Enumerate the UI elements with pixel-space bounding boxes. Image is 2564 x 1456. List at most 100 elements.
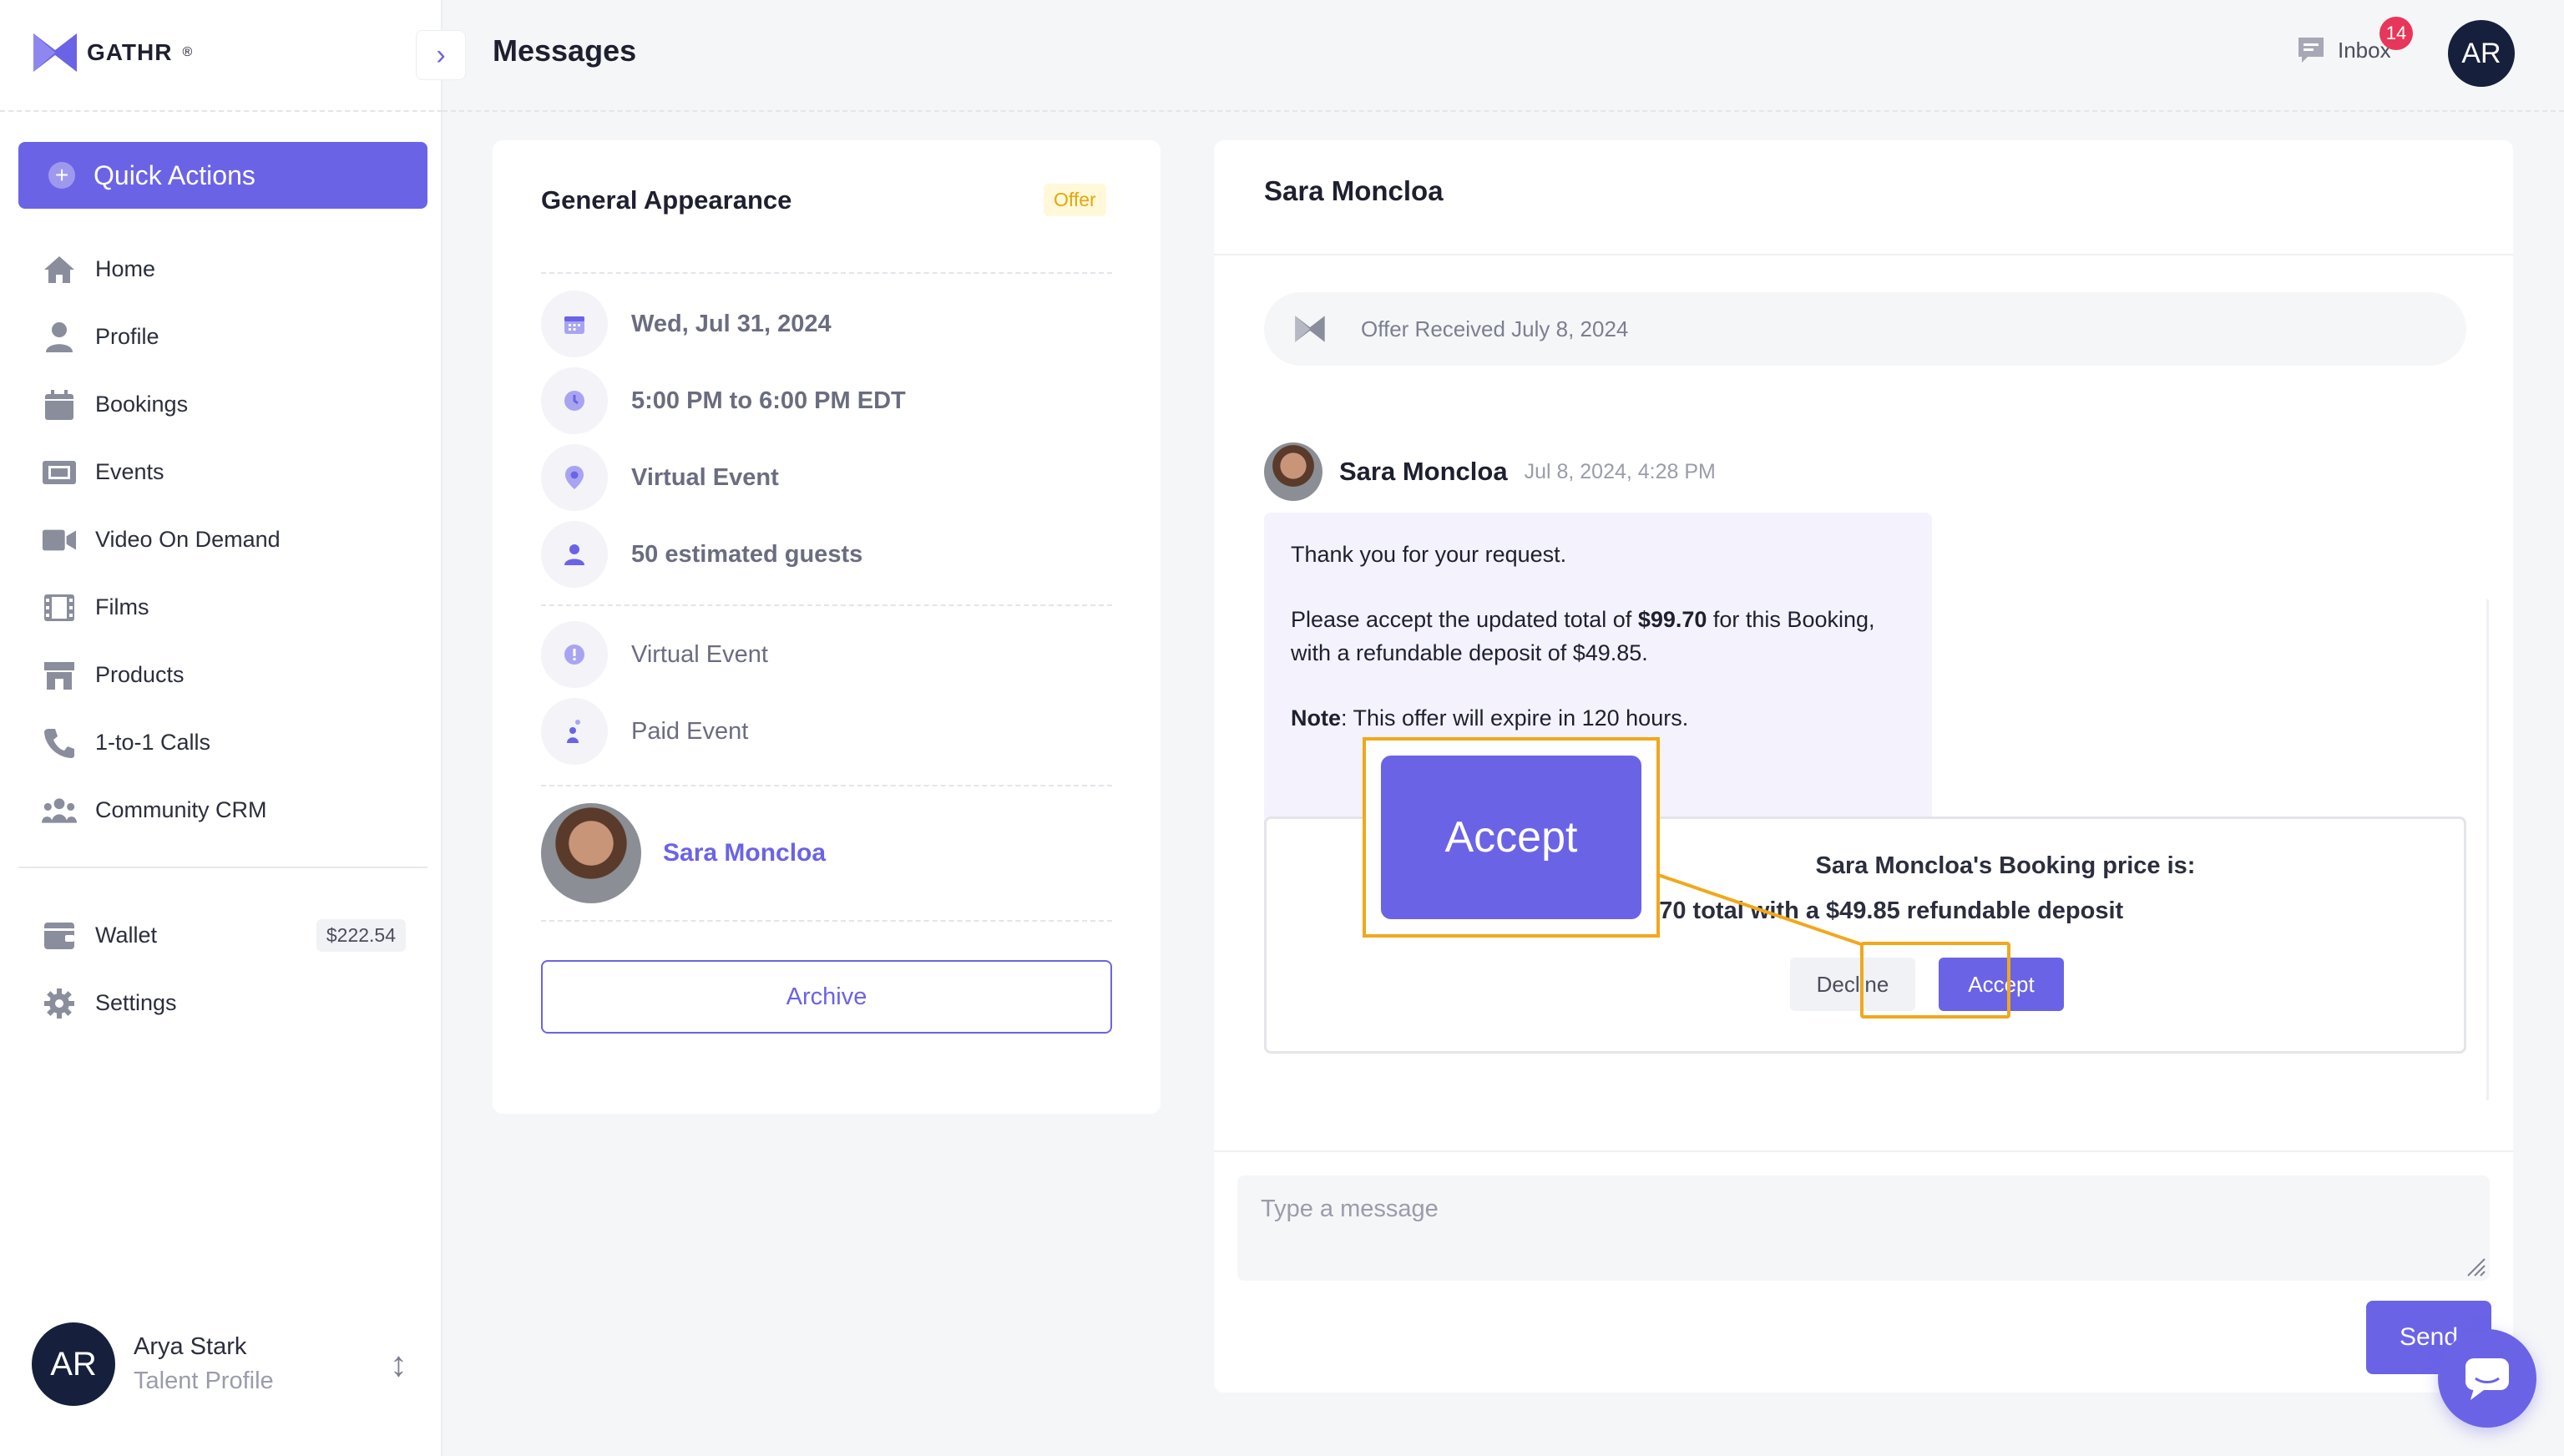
store-icon [42, 658, 77, 693]
logo-text: GATHR [87, 39, 173, 65]
sidebar-item-products[interactable]: Products [18, 641, 427, 709]
support-chat-widget[interactable] [2438, 1329, 2536, 1428]
gathr-logo-icon [33, 33, 77, 72]
divider [1214, 1150, 2513, 1152]
gathr-logo[interactable]: GATHR ® [32, 32, 192, 73]
sidebar-item-label: 1-to-1 Calls [95, 730, 211, 755]
sidebar-item-community-crm[interactable]: Community CRM [18, 776, 427, 844]
host-profile-link[interactable]: Sara Moncloa [541, 803, 826, 903]
clock-icon [541, 367, 608, 434]
info-icon [541, 621, 608, 688]
offer-received-banner: Offer Received July 8, 2024 [1264, 292, 2466, 366]
collapse-sidebar-button[interactable]: › [416, 30, 466, 80]
chevron-right-icon: › [436, 38, 446, 71]
message-input[interactable] [1237, 1175, 2490, 1281]
film-icon [42, 590, 77, 625]
user-icon [42, 320, 77, 355]
offer-received-text: Offer Received July 8, 2024 [1361, 316, 1629, 341]
conversation-panel: Sara Moncloa Offer Received July 8, 2024… [1214, 140, 2513, 1393]
user-info: Arya Stark Talent Profile [134, 1333, 274, 1395]
booking-guests-row: 50 estimated guests [541, 521, 862, 588]
sidebar-item-video-on-demand[interactable]: Video On Demand [18, 506, 427, 574]
sidebar-nav: Home Profile Bookings Events Video On De… [18, 235, 427, 844]
message-amount: $99.70 [1637, 607, 1707, 632]
sidebar-item-label: Bookings [95, 392, 189, 417]
user-profile-switcher[interactable]: AR Arya Stark Talent Profile ↕ [32, 1322, 424, 1406]
message-text: Please accept the updated total of [1291, 607, 1638, 632]
sidebar-item-label: Wallet [95, 923, 158, 948]
sidebar-item-events[interactable]: Events [18, 438, 427, 506]
note-label: Note [1291, 705, 1341, 731]
sidebar-item-label: Settings [95, 990, 177, 1015]
divider [1214, 254, 2513, 255]
sender-avatar [1264, 442, 1322, 501]
event-format-row: Virtual Event [541, 621, 768, 688]
sidebar-item-label: Home [95, 256, 156, 281]
sidebar: GATHR ® + Quick Actions Home Profile Book… [0, 0, 443, 1456]
gathr-logo-icon [1295, 316, 1325, 342]
zoom-callout: Accept [1363, 737, 1660, 938]
accept-button-highlight [1860, 942, 2010, 1019]
booking-time-row: 5:00 PM to 6:00 PM EDT [541, 367, 906, 434]
calendar-icon [541, 291, 608, 357]
booking-location: Virtual Event [631, 463, 779, 491]
message-scrollbar[interactable] [2486, 599, 2489, 1100]
sidebar-item-home[interactable]: Home [18, 235, 427, 303]
account-avatar[interactable]: AR [2448, 20, 2515, 87]
wallet-icon [42, 918, 77, 953]
zoomed-accept-button[interactable]: Accept [1381, 756, 1641, 919]
sidebar-divider [0, 110, 443, 112]
archive-button[interactable]: Archive [541, 960, 1112, 1034]
sidebar-item-label: Community CRM [95, 797, 267, 822]
status-badge: Offer [1044, 184, 1106, 216]
event-type: Paid Event [631, 717, 749, 745]
message-timestamp: Jul 8, 2024, 4:28 PM [1524, 459, 1716, 483]
booking-time: 5:00 PM to 6:00 PM EDT [631, 387, 906, 414]
user-name: Arya Stark [134, 1333, 247, 1360]
switch-arrows-icon[interactable]: ↕ [390, 1344, 407, 1384]
video-icon [42, 523, 77, 558]
sidebar-item-profile[interactable]: Profile [18, 303, 427, 371]
divider [541, 785, 1112, 786]
ticket-icon [42, 455, 77, 490]
conversation-title: Sara Moncloa [1264, 175, 1444, 206]
booking-location-row: Virtual Event [541, 444, 779, 511]
sidebar-item-settings[interactable]: Settings [18, 969, 427, 1037]
sidebar-nav-secondary: Wallet $222.54 Settings [18, 902, 427, 1037]
sidebar-item-label: Video On Demand [95, 527, 281, 552]
sidebar-item-wallet[interactable]: Wallet $222.54 [18, 902, 427, 969]
divider [541, 920, 1112, 922]
message-note: Note: This offer will expire in 120 hour… [1291, 701, 1905, 735]
plus-icon: + [48, 162, 75, 189]
event-format: Virtual Event [631, 640, 768, 668]
quick-actions-label: Quick Actions [94, 159, 255, 190]
inbox-button[interactable]: Inbox 14 [2296, 17, 2413, 65]
guest-icon [541, 521, 608, 588]
resize-grip-icon[interactable] [2465, 1256, 2486, 1277]
booking-date: Wed, Jul 31, 2024 [631, 310, 832, 337]
phone-icon [42, 725, 77, 761]
community-icon [42, 793, 77, 828]
sidebar-item-bookings[interactable]: Bookings [18, 371, 427, 438]
quick-actions-button[interactable]: + Quick Actions [18, 142, 427, 209]
booking-date-row: Wed, Jul 31, 2024 [541, 291, 832, 357]
sidebar-item-1-to-1-calls[interactable]: 1-to-1 Calls [18, 709, 427, 776]
sidebar-item-label: Profile [95, 324, 159, 349]
gear-icon [42, 986, 77, 1021]
logo-registered-mark: ® [182, 45, 193, 59]
sender-name: Sara Moncloa [1339, 457, 1508, 486]
sidebar-divider [18, 867, 427, 868]
host-avatar [541, 803, 641, 903]
divider [541, 272, 1112, 274]
calendar-icon [42, 387, 77, 422]
message-line: Please accept the updated total of $99.7… [1291, 603, 1905, 670]
home-icon [42, 252, 77, 287]
location-pin-icon [541, 444, 608, 511]
sidebar-item-label: Events [95, 459, 164, 484]
paid-event-icon [541, 698, 608, 765]
host-name: Sara Moncloa [663, 839, 827, 867]
inbox-count-badge: 14 [2379, 17, 2413, 50]
note-text: : This offer will expire in 120 hours. [1341, 705, 1689, 731]
sidebar-item-films[interactable]: Films [18, 574, 427, 641]
booking-details-card: General Appearance Offer Wed, Jul 31, 20… [493, 140, 1161, 1114]
